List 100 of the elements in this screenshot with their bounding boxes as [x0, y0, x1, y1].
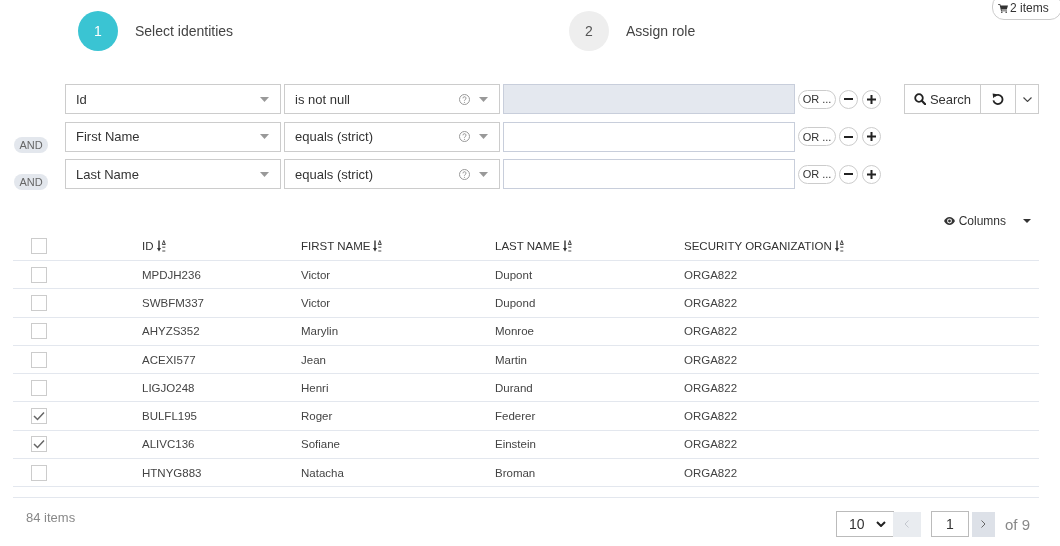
field-select[interactable]: Last Name: [65, 159, 281, 189]
value-input[interactable]: [503, 121, 795, 152]
step-number: 1: [78, 11, 118, 51]
table-cell: MPDJH236: [142, 268, 201, 281]
sort-icon[interactable]: [563, 239, 572, 252]
table-cell: Natacha: [301, 466, 344, 479]
table-cell: ORGA822: [684, 325, 738, 338]
or-button[interactable]: OR ...: [798, 164, 836, 184]
chevron-down-icon: [1022, 96, 1032, 102]
add-condition-button[interactable]: [862, 127, 881, 146]
step-label: Select identities: [135, 23, 234, 39]
help-icon: [459, 168, 470, 180]
remove-condition-button[interactable]: [839, 89, 858, 109]
sort-icon[interactable]: [834, 239, 844, 252]
row-checkbox[interactable]: [31, 408, 47, 425]
table-cell: Victor: [301, 268, 331, 281]
table-cell: Martin: [495, 353, 527, 366]
caret-icon: [260, 96, 269, 102]
plus-icon: [867, 132, 876, 141]
help-icon: [459, 93, 470, 105]
table-cell: ACEXI577: [142, 353, 196, 366]
table-cell: Einstein: [495, 438, 536, 451]
check-icon: [33, 411, 45, 422]
page-input[interactable]: 1: [930, 511, 969, 537]
help-icon: [459, 131, 470, 142]
chevron-down-icon: [875, 521, 886, 527]
table-cell: BULFL195: [142, 410, 197, 423]
plus-icon: [867, 169, 876, 179]
caret-icon: [260, 171, 269, 177]
columns-button[interactable]: Columns: [943, 211, 1031, 231]
row-checkbox[interactable]: [31, 294, 47, 311]
table-cell: ORGA822: [684, 438, 738, 451]
or-button[interactable]: OR ...: [798, 89, 836, 109]
column-header[interactable]: ID: [142, 239, 154, 252]
row-checkbox[interactable]: [31, 464, 47, 481]
row-checkbox[interactable]: [31, 379, 47, 396]
table-cell: ORGA822: [684, 296, 738, 309]
minus-icon: [844, 98, 853, 100]
or-button[interactable]: OR ...: [798, 127, 836, 146]
add-condition-button[interactable]: [862, 89, 881, 109]
table-cell: ORGA822: [684, 466, 738, 479]
reset-button[interactable]: [980, 84, 1016, 114]
row-checkbox[interactable]: [31, 323, 47, 340]
table-cell: AHYZS352: [142, 325, 200, 338]
table-cell: Monroe: [495, 325, 534, 338]
item-count: 84 items: [26, 510, 76, 525]
row-checkbox[interactable]: [31, 351, 47, 368]
minus-icon: [844, 135, 853, 138]
sort-icon[interactable]: [156, 239, 166, 252]
table-cell: Jean: [301, 353, 326, 366]
remove-condition-button[interactable]: [839, 127, 858, 146]
table-cell: Roger: [301, 410, 333, 423]
page-total: of 9: [1004, 515, 1030, 533]
table-cell: ORGA822: [684, 353, 738, 366]
table-cell: Dupond: [495, 296, 536, 309]
table-cell: Durand: [495, 381, 533, 394]
sort-icon[interactable]: [373, 239, 383, 252]
row-checkbox[interactable]: [31, 266, 47, 283]
cart-icon: [998, 3, 1008, 13]
step-label: Assign role: [626, 23, 696, 39]
table-cell: Dupont: [495, 268, 533, 281]
and-connector: AND: [14, 174, 48, 190]
caret-icon: [479, 134, 488, 139]
eye-icon: [943, 217, 955, 225]
field-select[interactable]: First Name: [65, 121, 281, 152]
add-condition-button[interactable]: [862, 164, 881, 184]
caret-icon: [479, 96, 488, 102]
operator-select[interactable]: equals (strict): [284, 159, 500, 189]
search-button[interactable]: Search: [904, 84, 981, 114]
caret-icon: [479, 171, 488, 177]
search-icon: [913, 93, 926, 105]
plus-icon: [867, 94, 876, 104]
row-checkbox[interactable]: [31, 436, 47, 453]
check-icon: [33, 439, 45, 450]
cart-button[interactable]: 2 items: [992, 0, 1060, 20]
table-cell: ORGA822: [684, 268, 738, 281]
caret-icon: [260, 134, 269, 139]
operator-select[interactable]: equals (strict): [284, 121, 500, 152]
table-cell: LIGJO248: [142, 381, 195, 394]
value-input[interactable]: [503, 159, 795, 189]
table-cell: Victor: [301, 296, 331, 309]
table-cell: SWBFM337: [142, 296, 204, 309]
table-cell: HTNYG883: [142, 466, 202, 479]
column-header[interactable]: SECURITY ORGANIZATION: [684, 239, 832, 252]
chevron-right-icon: [980, 520, 986, 528]
column-header[interactable]: LAST NAME: [495, 239, 560, 252]
circular-arrow-icon: [992, 93, 1004, 105]
table-cell: Marylin: [301, 325, 339, 338]
table-cell: Broman: [495, 466, 536, 479]
remove-condition-button[interactable]: [839, 164, 858, 184]
and-connector: AND: [14, 136, 48, 153]
table-cell: ORGA822: [684, 381, 738, 394]
operator-select[interactable]: is not null: [284, 84, 500, 114]
column-header[interactable]: FIRST NAME: [301, 239, 371, 252]
select-all-checkbox[interactable]: [31, 237, 47, 254]
step-number: 2: [569, 11, 609, 51]
table-cell: Federer: [495, 410, 536, 423]
chevron-left-icon: [904, 520, 910, 528]
table-cell: Sofiane: [301, 438, 340, 451]
field-select[interactable]: Id: [65, 84, 281, 114]
